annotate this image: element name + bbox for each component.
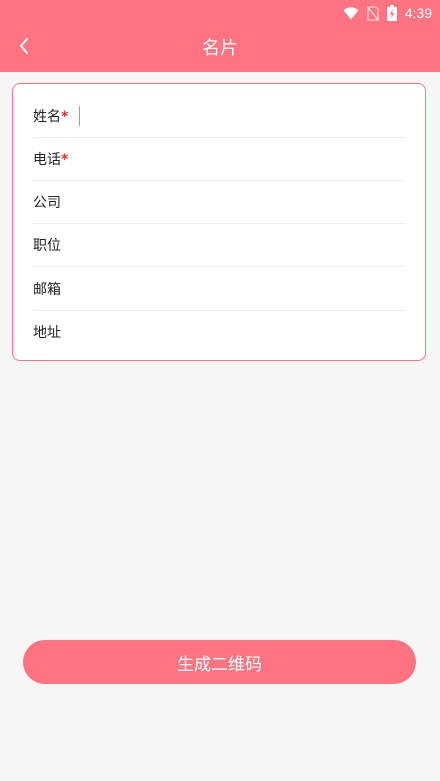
form-row-phone: 电话* — [33, 137, 405, 181]
no-sim-icon — [366, 5, 379, 21]
form-row-position: 职位 — [33, 223, 405, 267]
page-title: 名片 — [202, 38, 238, 59]
wifi-icon — [343, 6, 359, 20]
battery-charging-icon — [386, 5, 397, 21]
status-icons: 4:39 — [343, 3, 432, 23]
status-bar: 4:39 — [0, 0, 440, 26]
email-input[interactable] — [77, 273, 405, 304]
position-label: 职位 — [33, 237, 61, 254]
form-row-address: 地址 — [33, 310, 405, 353]
business-card-form: 姓名* 电话* 公司 职位 邮箱 地址 — [12, 83, 426, 361]
generate-qrcode-button[interactable]: 生成二维码 — [23, 640, 416, 684]
address-label: 地址 — [33, 324, 61, 341]
address-input[interactable] — [77, 316, 405, 347]
nav-bar: 名片 — [0, 26, 440, 72]
phone-input[interactable] — [77, 143, 405, 174]
app-header: 4:39 名片 — [0, 0, 440, 72]
name-input[interactable] — [80, 100, 405, 131]
position-input[interactable] — [77, 229, 405, 260]
required-mark: * — [61, 151, 69, 168]
status-time: 4:39 — [404, 5, 432, 21]
company-label: 公司 — [33, 194, 61, 211]
name-label: 姓名* — [33, 108, 69, 125]
phone-label: 电话* — [33, 151, 69, 168]
form-row-company: 公司 — [33, 180, 405, 224]
form-row-name: 姓名* — [33, 94, 405, 138]
email-label: 邮箱 — [33, 281, 61, 298]
required-mark: * — [61, 108, 69, 125]
company-input[interactable] — [77, 186, 405, 217]
form-row-email: 邮箱 — [33, 267, 405, 311]
